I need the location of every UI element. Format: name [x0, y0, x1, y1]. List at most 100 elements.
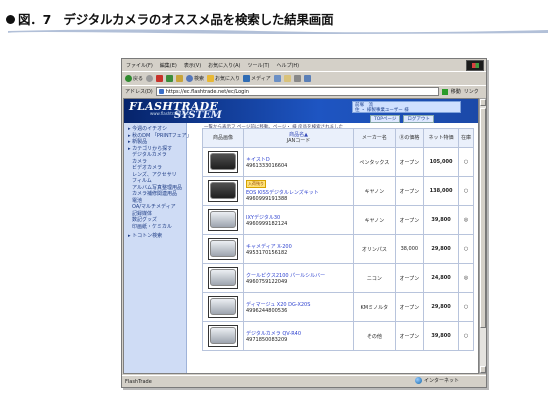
favorites-button[interactable]: お気に入り	[207, 74, 240, 82]
scroll-thumb[interactable]	[480, 108, 486, 328]
browser-window: ファイル(F) 編集(E) 表示(V) お気に入り(A) ツール(T) ヘルプ(…	[121, 58, 487, 388]
print-button[interactable]	[293, 74, 301, 82]
product-name-link[interactable]: ディマージュ X20 DG-X20S	[246, 301, 353, 308]
camera-thumbnail	[208, 325, 238, 347]
product-name-link[interactable]: IXYデジタル30	[246, 214, 353, 221]
maker-cell: ニコン	[353, 263, 396, 293]
stock-cell: ○	[458, 234, 474, 264]
product-name-link[interactable]: EOS KISSデジタルレンズキット	[246, 189, 353, 196]
col-maker[interactable]: メーカー名	[353, 128, 396, 148]
maker-cell: キヤノン	[353, 176, 396, 206]
stock-cell: ◎	[458, 263, 474, 293]
product-name-cell: 入荷残り EOS KISSデジタルレンズキット 4960999191388	[243, 176, 354, 206]
product-image[interactable]	[202, 321, 244, 351]
menu-view[interactable]: 表示(V)	[184, 62, 201, 69]
print-icon	[293, 74, 301, 82]
table-row: ＊イストD 4961333016604 ペンタックス オープン 105,000 ○	[202, 147, 474, 177]
net-price-cell: 39,800	[422, 205, 460, 235]
product-name-link[interactable]: クールピクス2100 パールシルバー	[246, 272, 353, 279]
jan-code: 4953170156182	[246, 249, 288, 256]
status-bar: FlashTrade インターネット	[122, 375, 486, 387]
stock-cell: ○	[458, 321, 474, 351]
camera-photo	[210, 240, 236, 257]
zone-indicator: インターネット	[415, 377, 459, 384]
camera-photo	[210, 211, 236, 228]
col-net-price[interactable]: ネット特価	[422, 128, 460, 148]
camera-photo	[210, 153, 236, 170]
go-arrow-icon[interactable]	[441, 88, 448, 95]
sidebar-item-new[interactable]: ▸ 新製品	[124, 139, 186, 146]
camera-photo	[210, 269, 236, 286]
camera-photo	[210, 298, 236, 315]
menu-tools[interactable]: ツール(T)	[248, 62, 270, 69]
jan-code: 4960999191388	[246, 196, 288, 202]
product-image[interactable]	[202, 176, 244, 206]
product-image[interactable]	[202, 263, 244, 293]
product-name-link[interactable]: ＊イストD	[246, 156, 353, 163]
product-name-link[interactable]: デジタルカメラ QV-R40	[246, 330, 353, 337]
history-button[interactable]	[273, 74, 281, 82]
jan-code: 4971850083209	[246, 336, 288, 343]
product-name-link[interactable]: キャメディア X-200	[246, 243, 353, 250]
figure-caption: 図．7 デジタルカメラのオススメ品を検索した結果画面	[6, 9, 334, 28]
header-links: TOPページ ログアウト	[370, 115, 434, 123]
list-price-cell: オープン	[394, 147, 425, 177]
page-content: FLASHTRADE www.flashtrade.net SYSTEM 前塚 …	[123, 98, 479, 374]
stock-cell: ○	[458, 176, 474, 206]
category-sidebar: ▸ 今週のイチオシ ▸ 秋のDM 「PRINTフェア」 ▸ 新製品 ▸ カテゴリ…	[124, 123, 192, 373]
back-button[interactable]: 戻る	[125, 74, 143, 82]
top-page-link[interactable]: TOPページ	[370, 115, 401, 123]
menu-edit[interactable]: 編集(E)	[160, 62, 177, 69]
menu-help[interactable]: ヘルプ(H)	[276, 62, 299, 69]
list-price-cell: オープン	[394, 321, 425, 351]
address-input[interactable]: https://ec.flashtrade.net/ec/Login	[155, 87, 439, 96]
net-price-cell: 24,800	[422, 263, 460, 293]
sidebar-item-pickup[interactable]: ▸ 今週のイチオシ	[124, 126, 186, 133]
windows-logo-icon	[466, 60, 484, 71]
product-image[interactable]	[202, 205, 244, 235]
sidebar-item-search[interactable]: ▸ トコトン検索	[124, 233, 186, 240]
list-price-cell: 38,000	[394, 234, 425, 264]
go-button[interactable]: 移動	[451, 88, 461, 95]
menu-favorites[interactable]: お気に入り(A)	[208, 62, 240, 69]
status-text: FlashTrade	[125, 378, 152, 385]
mail-button[interactable]	[283, 74, 291, 82]
search-icon	[186, 74, 194, 82]
edit-button[interactable]	[303, 74, 311, 82]
product-image[interactable]	[202, 292, 244, 322]
links-button[interactable]: リンク	[464, 88, 479, 95]
scroll-down-button[interactable]	[480, 366, 486, 373]
toolbar: 戻る 検索 お気に入り メディア	[122, 71, 486, 84]
forward-button[interactable]	[146, 74, 154, 82]
product-image[interactable]	[202, 234, 244, 264]
sidebar-label: 秋のDM 「PRINTフェア」	[132, 132, 192, 139]
maker-cell: その他	[353, 321, 396, 351]
back-arrow-icon	[125, 74, 132, 82]
sidebar-subitem[interactable]: カメラ補修関連用品	[124, 191, 186, 198]
media-icon	[243, 74, 251, 82]
logout-link[interactable]: ログアウト	[403, 115, 434, 123]
net-price-cell: 29,800	[422, 234, 460, 264]
scroll-up-button[interactable]	[480, 99, 486, 106]
home-button[interactable]	[176, 74, 184, 82]
menu-bar: ファイル(F) 編集(E) 表示(V) お気に入り(A) ツール(T) ヘルプ(…	[122, 59, 486, 71]
mail-icon	[283, 74, 291, 82]
stop-button[interactable]	[156, 74, 164, 82]
camera-thumbnail	[208, 209, 238, 231]
menu-file[interactable]: ファイル(F)	[126, 62, 153, 69]
camera-photo	[210, 327, 236, 344]
star-icon	[207, 74, 215, 82]
media-button[interactable]: メディア	[243, 74, 271, 82]
product-image[interactable]	[202, 147, 244, 177]
refresh-icon	[166, 74, 174, 82]
table-header-row: 商品画像 商品名▲ JANコード メーカー名 Ⓡの価格 ネット特価 在庫	[202, 128, 474, 148]
net-price-cell: 39,800	[422, 321, 460, 351]
site-header: FLASHTRADE www.flashtrade.net SYSTEM 前塚 …	[124, 99, 478, 123]
camera-thumbnail	[208, 180, 238, 202]
col-name[interactable]: 商品名▲ JANコード	[243, 128, 354, 148]
search-button[interactable]: 検索	[186, 74, 205, 82]
search-label: 検索	[194, 75, 205, 82]
site-logo-system: SYSTEM	[174, 110, 222, 121]
vertical-scrollbar[interactable]	[479, 98, 486, 374]
refresh-button[interactable]	[166, 74, 174, 82]
